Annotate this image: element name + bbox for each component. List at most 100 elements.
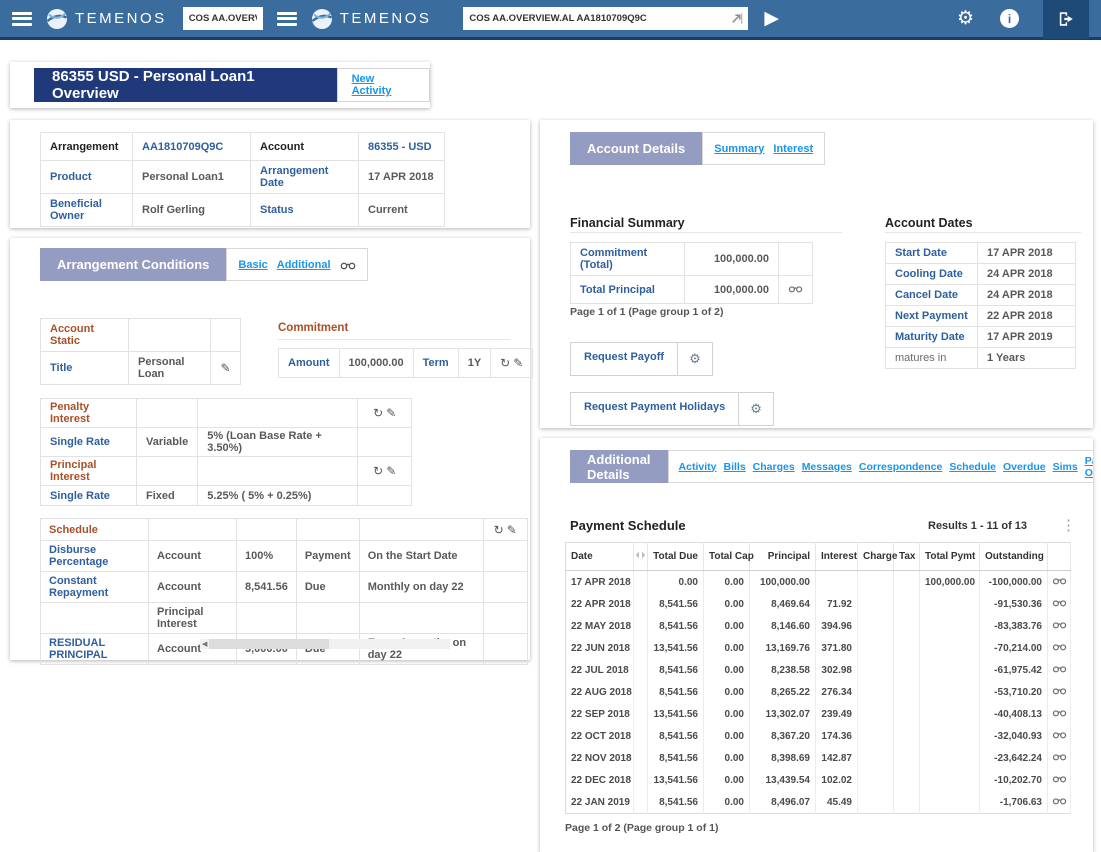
cell-interest: 394.96 bbox=[816, 615, 858, 637]
cell-date: 22 SEP 2018 bbox=[566, 703, 634, 725]
bills-link[interactable]: Bills bbox=[723, 461, 745, 473]
edit-pencil-icon[interactable]: ✎ bbox=[513, 356, 523, 370]
menu-icon[interactable] bbox=[12, 12, 32, 26]
charges-link[interactable]: Charges bbox=[753, 461, 795, 473]
section-links: Basic Additional bbox=[226, 248, 367, 281]
temenos-logo: TEMENOS bbox=[46, 8, 167, 30]
menu-icon-2[interactable] bbox=[277, 12, 297, 26]
col-total-due[interactable]: Total Due bbox=[648, 543, 704, 571]
table-row: 17 APR 2018 0.00 0.00 100,000.00 100,000… bbox=[566, 571, 1071, 594]
refresh-icon[interactable]: ↻ bbox=[494, 523, 504, 537]
col-resize[interactable] bbox=[634, 543, 648, 571]
refresh-icon[interactable]: ↻ bbox=[500, 356, 510, 370]
edit-pencil-icon[interactable]: ✎ bbox=[507, 523, 517, 537]
page: TEMENOS TEMENOS ▶ ⚙ i bbox=[0, 0, 1101, 852]
cell-principal: 8,367.20 bbox=[750, 725, 816, 747]
view-binoculars-icon[interactable] bbox=[1052, 576, 1067, 585]
kebab-menu-icon[interactable]: ⋮ bbox=[1061, 516, 1076, 534]
schedule-frequency bbox=[359, 603, 483, 634]
run-icon[interactable]: ▶ bbox=[764, 7, 779, 30]
cell-total-pymt bbox=[920, 703, 980, 725]
view-binoculars-icon[interactable] bbox=[788, 284, 803, 293]
view-binoculars-icon[interactable] bbox=[1052, 708, 1067, 717]
gear-icon[interactable]: ⚙ bbox=[677, 343, 712, 375]
edit-pencil-icon[interactable]: ✎ bbox=[220, 361, 230, 375]
request-payoff-button[interactable]: Request Payoff ⚙ bbox=[570, 342, 713, 376]
refresh-icon[interactable]: ↻ bbox=[373, 406, 383, 420]
cell-total-cap: 0.00 bbox=[704, 791, 750, 814]
cell-total-due: 8,541.56 bbox=[648, 615, 704, 637]
cell-interest: 276.34 bbox=[816, 681, 858, 703]
activity-link[interactable]: Activity bbox=[679, 461, 717, 473]
view-binoculars-icon[interactable] bbox=[1052, 752, 1067, 761]
edit-pencil-icon[interactable]: ✎ bbox=[386, 406, 396, 420]
cell-principal: 8,496.07 bbox=[750, 791, 816, 814]
new-activity-link[interactable]: New Activity bbox=[352, 73, 415, 97]
view-binoculars-icon[interactable] bbox=[1052, 598, 1067, 607]
view-all-binoculars-icon[interactable] bbox=[340, 260, 356, 270]
settings-gear-icon[interactable]: ⚙ bbox=[957, 7, 974, 30]
refresh-icon[interactable]: ↻ bbox=[373, 464, 383, 478]
overdue-link[interactable]: Overdue bbox=[1003, 461, 1046, 473]
table-header-row: Date Total Due Total Cap Principal Inter… bbox=[566, 543, 1071, 571]
cell-total-due: 0.00 bbox=[648, 571, 704, 594]
col-total-pymt[interactable]: Total Pymt bbox=[920, 543, 980, 571]
col-outstanding[interactable]: Outstanding bbox=[980, 543, 1048, 571]
total-principal-label: Total Principal bbox=[571, 276, 685, 304]
view-binoculars-icon[interactable] bbox=[1052, 796, 1067, 805]
schedule-link[interactable]: Schedule bbox=[949, 461, 996, 473]
request-payment-holidays-button[interactable]: Request Payment Holidays ⚙ bbox=[570, 392, 774, 426]
edit-pencil-icon[interactable]: ✎ bbox=[386, 464, 396, 478]
payment-orders-link[interactable]: Payment Orders bbox=[1085, 455, 1093, 479]
correspondence-link[interactable]: Correspondence bbox=[859, 461, 942, 473]
sims-link[interactable]: Sims bbox=[1053, 461, 1078, 473]
info-icon[interactable]: i bbox=[1000, 9, 1019, 28]
scroll-left-icon[interactable]: ◀ bbox=[200, 640, 209, 648]
arrangement-id[interactable]: AA1810709Q9C bbox=[133, 133, 251, 161]
matures-in-value: 1 Years bbox=[978, 348, 1076, 369]
view-binoculars-icon[interactable] bbox=[1052, 730, 1067, 739]
table-row: 22 MAY 2018 8,541.56 0.00 8,146.60 394.9… bbox=[566, 615, 1071, 637]
summary-link[interactable]: Summary bbox=[714, 143, 764, 155]
view-binoculars-icon[interactable] bbox=[1052, 774, 1067, 783]
scrollbar-thumb[interactable] bbox=[209, 639, 329, 649]
cell-tax bbox=[894, 791, 920, 814]
additional-link[interactable]: Additional bbox=[277, 259, 331, 271]
command-input-wrap bbox=[463, 7, 748, 30]
cell-total-cap: 0.00 bbox=[704, 681, 750, 703]
gear-icon[interactable]: ⚙ bbox=[738, 393, 773, 425]
empty-cell bbox=[137, 457, 198, 486]
cell-interest: 174.36 bbox=[816, 725, 858, 747]
command-input-small[interactable] bbox=[183, 7, 263, 30]
interest-link[interactable]: Interest bbox=[773, 143, 813, 155]
command-input-large[interactable] bbox=[463, 7, 748, 30]
view-binoculars-icon[interactable] bbox=[1052, 620, 1067, 629]
cell-principal: 13,439.54 bbox=[750, 769, 816, 791]
cell-date: 22 APR 2018 bbox=[566, 593, 634, 615]
launch-icon[interactable] bbox=[730, 12, 743, 25]
cell-total-due: 8,541.56 bbox=[648, 659, 704, 681]
cell-tax bbox=[894, 637, 920, 659]
cell-total-cap: 0.00 bbox=[704, 571, 750, 594]
cell-total-cap: 0.00 bbox=[704, 725, 750, 747]
cell-tax bbox=[894, 703, 920, 725]
col-principal[interactable]: Principal bbox=[750, 543, 816, 571]
col-date[interactable]: Date bbox=[566, 543, 634, 571]
cell-principal: 8,265.22 bbox=[750, 681, 816, 703]
table-row: Title Personal Loan ✎ bbox=[41, 352, 241, 385]
messages-link[interactable]: Messages bbox=[802, 461, 852, 473]
logout-button[interactable] bbox=[1043, 0, 1089, 39]
col-total-cap[interactable]: Total Cap bbox=[704, 543, 750, 571]
view-binoculars-icon[interactable] bbox=[1052, 664, 1067, 673]
col-charge[interactable]: Charge bbox=[858, 543, 894, 571]
view-binoculars-icon[interactable] bbox=[1052, 686, 1067, 695]
cell-principal: 13,302.07 bbox=[750, 703, 816, 725]
account-id[interactable]: 86355 - USD bbox=[359, 133, 445, 161]
horizontal-scrollbar[interactable]: ◀ bbox=[200, 639, 450, 649]
basic-link[interactable]: Basic bbox=[238, 259, 267, 271]
view-binoculars-icon[interactable] bbox=[1052, 642, 1067, 651]
account-details-header: Account Details Summary Interest bbox=[570, 132, 825, 165]
cell-interest: 302.98 bbox=[816, 659, 858, 681]
cell-total-due: 8,541.56 bbox=[648, 725, 704, 747]
col-interest[interactable]: Interest bbox=[816, 543, 858, 571]
